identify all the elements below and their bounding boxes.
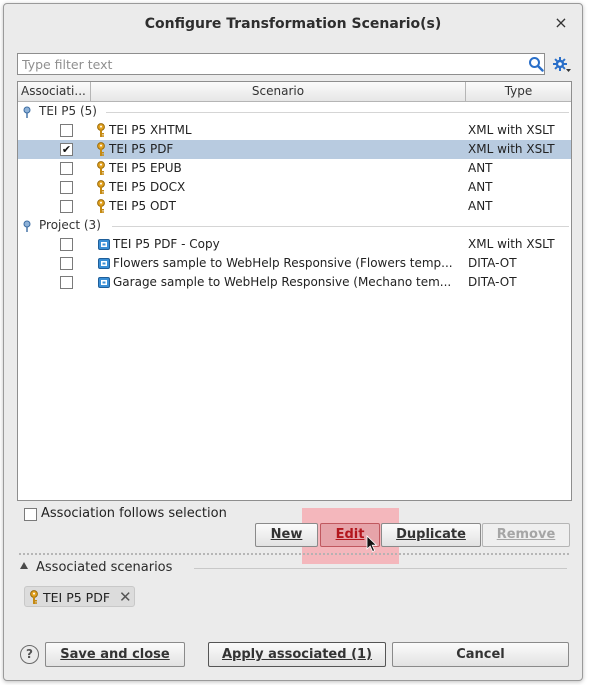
association-follows-selection-label: Association follows selection [41,506,227,521]
remove-chip-icon[interactable]: ✕ [119,587,132,608]
filter-row [17,53,572,75]
project-scenario-icon [98,277,110,288]
mouse-cursor-icon [366,535,378,553]
scenario-name: TEI P5 PDF [109,142,174,156]
scenario-name: TEI P5 DOCX [109,180,186,194]
key-icon [97,142,105,156]
scenario-name: TEI P5 PDF - Copy [113,237,220,251]
project-scenario-icon [98,258,110,269]
association-checkbox[interactable] [60,276,73,289]
remove-button[interactable]: Remove [482,523,570,547]
scenario-type: ANT [468,199,493,213]
group-separator [106,112,569,113]
association-checkbox[interactable] [60,162,73,175]
key-icon [97,123,105,137]
dialog-title: Configure Transformation Scenario(s) [144,16,442,32]
scenario-name: TEI P5 XHTML [109,123,192,137]
gear-icon[interactable] [552,56,572,74]
table-row[interactable]: Garage sample to WebHelp Responsive (Mec… [18,273,571,292]
key-icon [97,161,105,175]
association-checkbox[interactable] [60,257,73,270]
group-separator [112,226,569,227]
search-icon[interactable] [528,56,544,72]
scenarios-table: Associati... Scenario Type TEI P5 (5) TE… [17,81,572,501]
save-and-close-button[interactable]: Save and close [45,642,185,667]
scenario-type: ANT [468,161,493,175]
group-row-project[interactable]: Project (3) [18,216,571,235]
key-icon [97,180,105,194]
pin-icon [23,106,31,118]
cancel-button[interactable]: Cancel [392,642,569,667]
column-header-type[interactable]: Type [466,82,571,102]
scenario-name: TEI P5 ODT [109,199,176,213]
table-header: Associati... Scenario Type [18,82,571,102]
section-separator [194,568,567,569]
filter-input[interactable] [17,53,545,75]
association-checkbox[interactable] [60,200,73,213]
scenario-name: Flowers sample to WebHelp Responsive (Fl… [113,256,453,270]
apply-associated-button[interactable]: Apply associated (1) [208,642,386,667]
duplicate-button[interactable]: Duplicate [381,523,481,547]
association-checkbox[interactable] [60,181,73,194]
scenario-type: DITA-OT [468,275,517,289]
collapse-triangle-icon[interactable] [20,562,28,569]
associated-scenarios-header[interactable]: Associated scenarios [18,558,573,578]
column-header-scenario[interactable]: Scenario [91,82,466,102]
group-row-tei-p5[interactable]: TEI P5 (5) [18,102,571,121]
configure-scenarios-dialog: Configure Transformation Scenario(s) × A… [3,3,583,681]
table-row[interactable]: TEI P5 DOCX ANT [18,178,571,197]
close-icon[interactable]: × [552,14,570,32]
table-row[interactable]: TEI P5 PDF - Copy XML with XSLT [18,235,571,254]
table-row[interactable]: TEI P5 XHTML XML with XSLT [18,121,571,140]
associated-scenario-chip[interactable]: TEI P5 PDF ✕ [24,586,135,607]
group-label: Project (3) [39,218,101,232]
scenario-type: DITA-OT [468,256,517,270]
scenario-type: XML with XSLT [468,237,555,251]
table-row[interactable]: TEI P5 ODT ANT [18,197,571,216]
table-row[interactable]: TEI P5 EPUB ANT [18,159,571,178]
key-icon [30,590,38,604]
scenario-name: TEI P5 EPUB [109,161,182,175]
column-header-association[interactable]: Associati... [18,82,91,102]
table-row[interactable]: Flowers sample to WebHelp Responsive (Fl… [18,254,571,273]
association-checkbox[interactable] [60,238,73,251]
splitter-handle[interactable] [18,552,571,557]
help-icon[interactable]: ? [20,645,39,664]
scenario-name: Garage sample to WebHelp Responsive (Mec… [113,275,452,289]
scenario-type: XML with XSLT [468,142,555,156]
scenario-type: XML with XSLT [468,123,555,137]
scenario-type: ANT [468,180,493,194]
associated-scenarios-title: Associated scenarios [36,560,173,575]
new-button[interactable]: New [255,523,318,547]
association-checkbox[interactable] [60,124,73,137]
group-label: TEI P5 (5) [39,104,97,118]
key-icon [97,199,105,213]
association-follows-selection-checkbox[interactable] [24,508,37,521]
project-scenario-icon [98,239,110,250]
association-checkbox[interactable]: ✔ [60,143,73,156]
table-row-selected[interactable]: ✔ TEI P5 PDF XML with XSLT [18,140,571,159]
chip-label: TEI P5 PDF [43,590,111,605]
pin-icon [23,220,31,232]
